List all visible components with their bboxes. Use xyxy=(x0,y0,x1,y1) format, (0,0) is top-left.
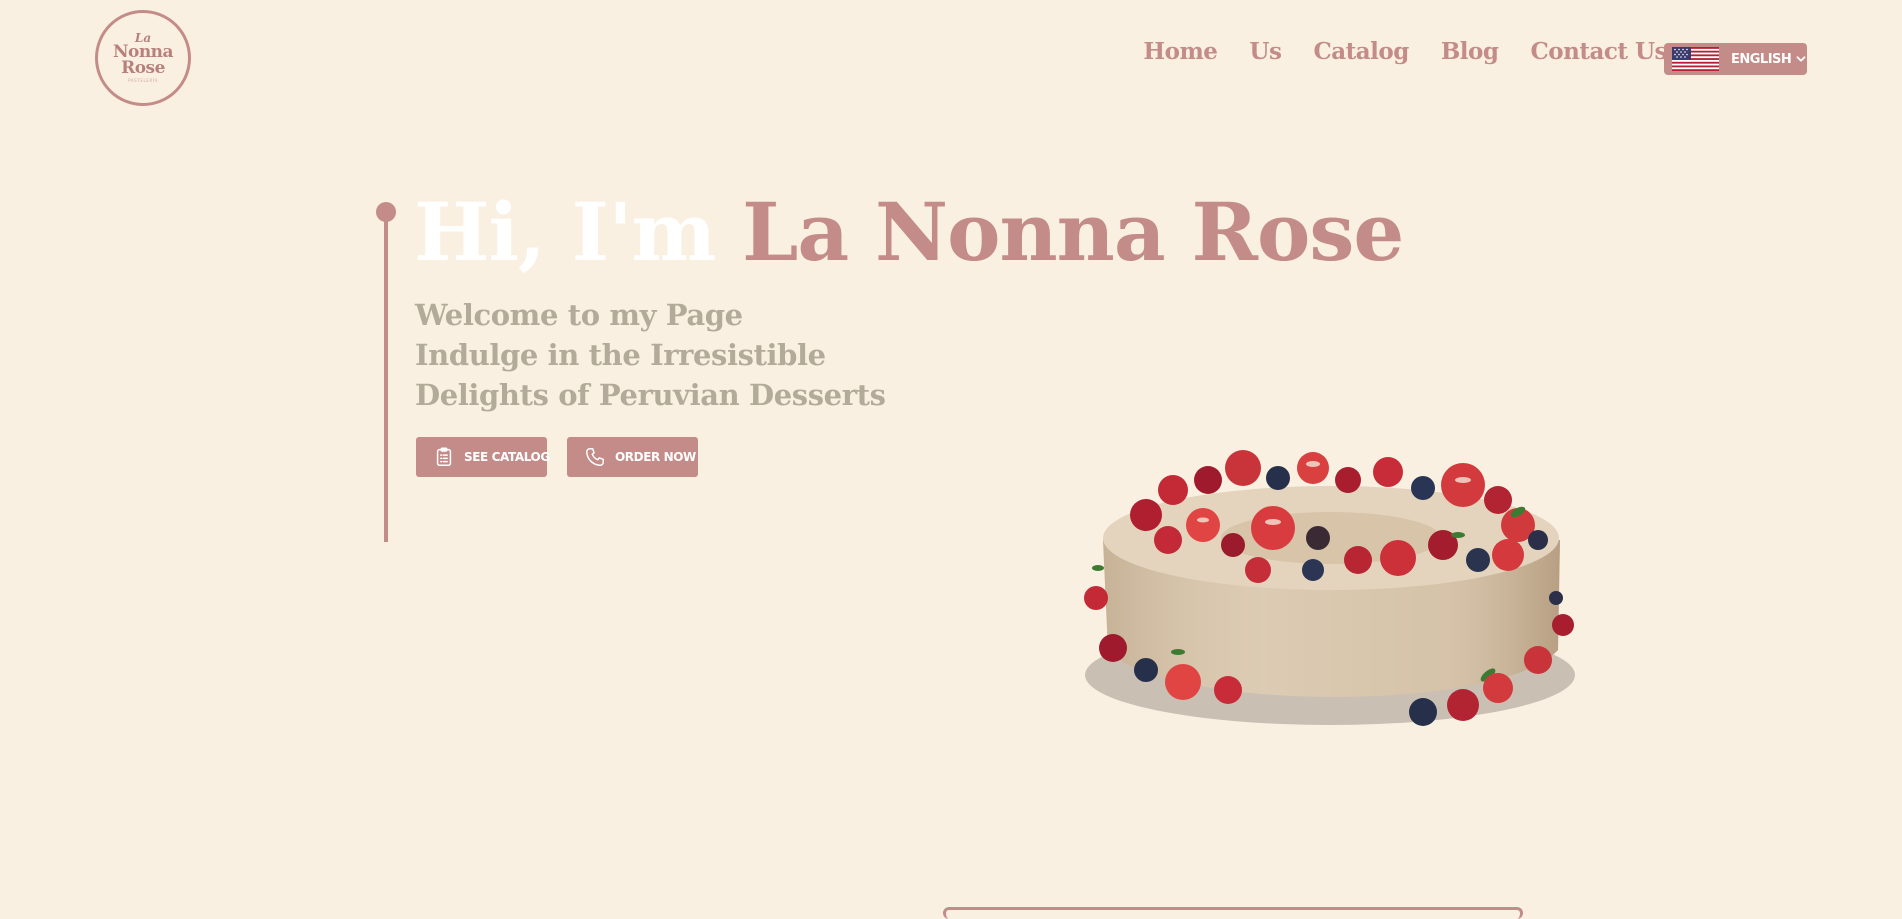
language-selector[interactable]: ENGLISH xyxy=(1664,43,1807,75)
hero-brand-name: La Nonna Rose xyxy=(742,185,1404,279)
chevron-down-icon xyxy=(1796,56,1806,62)
logo-tagline: PASTELERÍA xyxy=(128,78,158,83)
phone-icon xyxy=(586,448,604,466)
order-now-label: ORDER NOW xyxy=(615,450,696,464)
order-now-button[interactable]: ORDER NOW xyxy=(567,437,698,477)
hero-greeting: Hi, I'm xyxy=(414,185,743,279)
clipboard-icon xyxy=(436,447,452,466)
hero-decorative-line xyxy=(384,212,388,542)
see-catalog-button[interactable]: SEE CATALOG xyxy=(416,437,550,477)
hero-subtitle-line-1: Welcome to my Page xyxy=(415,298,743,332)
nav-item-home[interactable]: Home xyxy=(1143,40,1218,63)
see-catalog-label: SEE CATALOG xyxy=(464,450,550,464)
hero-decorative-dot xyxy=(376,202,396,222)
language-label: ENGLISH xyxy=(1731,51,1792,67)
logo-line-rose: Rose xyxy=(121,58,165,78)
nav-item-us[interactable]: Us xyxy=(1249,40,1282,63)
hero-subtitle-line-3: Delights of Peruvian Desserts xyxy=(415,378,886,412)
main-nav: Home Us Catalog Blog Contact Us xyxy=(1143,40,1667,63)
nav-item-contact[interactable]: Contact Us xyxy=(1530,40,1667,63)
nav-item-blog[interactable]: Blog xyxy=(1441,40,1499,63)
cake-image xyxy=(1084,450,1575,726)
brand-logo[interactable]: La Nonna Rose PASTELERÍA xyxy=(95,10,191,106)
section-bottom-edge xyxy=(943,907,1523,919)
nav-item-catalog[interactable]: Catalog xyxy=(1313,40,1409,63)
hero-headline: Hi, I'm La Nonna Rose xyxy=(414,185,1404,279)
hero-subtitle-line-2: Indulge in the Irresistible xyxy=(415,338,826,372)
hero-subtitle: Welcome to my Page Indulge in the Irresi… xyxy=(415,295,886,415)
us-flag-icon xyxy=(1672,47,1719,71)
